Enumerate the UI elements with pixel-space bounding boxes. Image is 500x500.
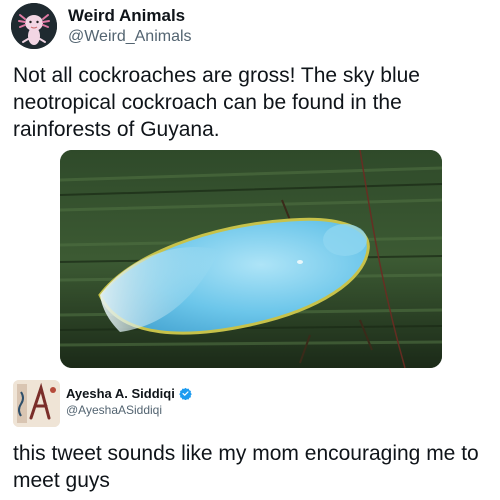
quote-author-row: Ayesha A. Siddiqi bbox=[66, 386, 192, 401]
quote-author-name[interactable]: Ayesha A. Siddiqi bbox=[66, 386, 175, 401]
tweet-author-name[interactable]: Weird Animals bbox=[68, 6, 185, 26]
tweet-media-image[interactable] bbox=[60, 150, 442, 368]
axolotl-icon bbox=[11, 3, 57, 49]
quote-author-handle[interactable]: @AyeshaASiddiqi bbox=[66, 403, 162, 417]
tweet-text: Not all cockroaches are gross! The sky b… bbox=[13, 64, 420, 141]
tweet-author-handle[interactable]: @Weird_Animals bbox=[68, 28, 192, 46]
quote-text: this tweet sounds like my mom encouragin… bbox=[13, 442, 479, 492]
quote-avatar[interactable] bbox=[13, 380, 60, 427]
verified-badge-icon bbox=[179, 387, 192, 401]
blue-cockroach-photo bbox=[60, 150, 442, 368]
tweet-avatar[interactable] bbox=[11, 3, 57, 49]
calligraphy-avatar-icon bbox=[13, 380, 60, 427]
